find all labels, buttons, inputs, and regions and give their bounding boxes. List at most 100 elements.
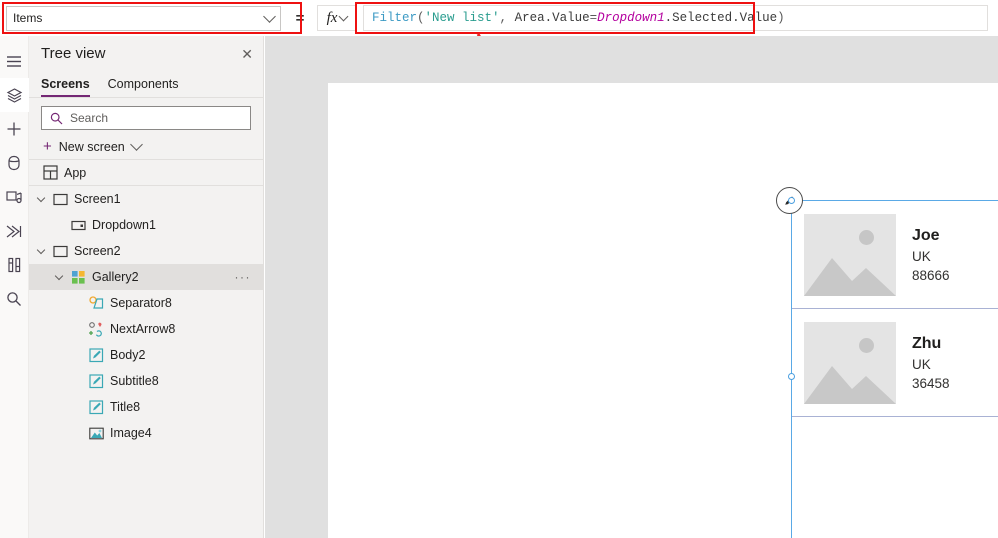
gallery-control[interactable]: Joe UK 88666 Zhu UK 36458 (776, 187, 998, 538)
search-icon (50, 112, 63, 124)
tree-item-label: Image4 (110, 426, 152, 440)
separator-icon (89, 295, 104, 309)
app-icon (43, 165, 58, 180)
gallery-row[interactable] (792, 417, 998, 538)
chevron-down-icon[interactable] (35, 193, 47, 202)
close-icon[interactable]: ✕ (241, 47, 253, 61)
tree-item-label: Separator8 (110, 296, 172, 310)
tree-item-label: Gallery2 (92, 270, 139, 284)
insert-plus-icon[interactable] (0, 112, 29, 146)
chevron-down-icon[interactable] (35, 245, 47, 254)
tree-item-label: Title8 (110, 400, 141, 414)
tree-item-dropdown1[interactable]: Dropdown1 (29, 212, 263, 238)
formula-token-2: 'New list' (424, 11, 500, 25)
tree-view-header: Tree view ✕ (29, 36, 263, 71)
app-canvas[interactable]: Joe UK 88666 Zhu UK 36458 (328, 83, 998, 538)
tree-item-label: App (64, 165, 87, 180)
tree-item-screen2[interactable]: Screen2 (29, 238, 263, 264)
gallery-row-text: Joe UK 88666 (912, 227, 950, 283)
formula-token-6: Dropdown1 (597, 11, 665, 25)
tree-item-subtitle8[interactable]: Subtitle8 (29, 368, 263, 394)
tree-item-nextarrow8[interactable]: NextArrow8 (29, 316, 263, 342)
media-icon[interactable] (0, 180, 29, 214)
nextarrow-icon (89, 321, 102, 337)
tree-item-body2[interactable]: Body2 (29, 342, 263, 368)
more-options-icon[interactable]: ··· (235, 270, 252, 284)
search-input[interactable]: Search (41, 106, 251, 130)
panel-title: Tree view (41, 45, 106, 62)
gallery-row[interactable]: Zhu UK 36458 (792, 309, 998, 417)
tree-view-tabs: Screens Components (29, 71, 263, 98)
tree-item-label: Subtitle8 (110, 374, 159, 388)
dropdown-icon (71, 220, 86, 230)
image-placeholder (804, 213, 896, 296)
gallery-row-body: 36458 (912, 375, 950, 391)
tree-item-gallery2[interactable]: Gallery2 ··· (29, 264, 263, 290)
label-icon (89, 399, 104, 414)
tree-item-label: Screen2 (74, 244, 121, 258)
tab-components[interactable]: Components (108, 77, 179, 97)
image-placeholder (804, 321, 896, 404)
gallery-row-list: Joe UK 88666 Zhu UK 36458 (792, 201, 998, 538)
tree-item-label: Screen1 (74, 192, 121, 206)
tree-item-label: NextArrow8 (110, 322, 176, 336)
label-icon (89, 373, 104, 388)
tree-item-separator8[interactable]: Separator8 (29, 290, 263, 316)
variables-icon[interactable] (0, 248, 29, 282)
equals-label: = (295, 9, 305, 27)
chevron-down-icon[interactable] (53, 271, 65, 280)
property-selector[interactable]: Items (6, 5, 281, 31)
gallery-row-title: Joe (912, 226, 940, 244)
power-automate-icon[interactable] (0, 214, 29, 248)
property-selector-value: Items (13, 11, 43, 25)
chevron-down-icon (263, 9, 276, 23)
left-icon-rail (0, 36, 29, 538)
tree-item-image4[interactable]: Image4 (29, 420, 263, 446)
screen-icon (53, 193, 68, 205)
tree-view-icon[interactable] (0, 78, 29, 112)
gallery-icon (72, 270, 85, 284)
gallery-row-title: Zhu (912, 334, 942, 352)
tree-item-screen1[interactable]: Screen1 (29, 186, 263, 212)
formula-token-3: , (499, 11, 515, 25)
label-icon (89, 347, 104, 362)
gallery-row-subtitle: UK (912, 356, 931, 372)
formula-token-4: Area.Value (514, 11, 590, 25)
plus-icon: + (43, 138, 52, 155)
tree-item-label: Dropdown1 (92, 218, 156, 232)
image-sun-dot (859, 337, 874, 353)
gallery-row-text: Zhu UK 36458 (912, 335, 950, 391)
formula-input[interactable]: Filter('New list', Area.Value = Dropdown1.… (363, 5, 988, 31)
screen-icon (53, 245, 68, 257)
new-screen-label: New screen (58, 139, 125, 154)
formula-token-0: Filter (372, 11, 418, 25)
formula-toolbar: Items = fx Filter('New list', Area.Value… (0, 0, 998, 36)
new-screen-button[interactable]: + New screen (29, 134, 263, 160)
fx-icon: fx (326, 9, 338, 26)
search-icon[interactable] (0, 282, 29, 316)
formula-token-1: ( (417, 11, 425, 25)
chevron-down-icon (338, 11, 349, 22)
image-mountain-icon (804, 257, 896, 296)
tree-item-app[interactable]: App (29, 160, 263, 186)
formula-token-7: .Selected.Value (664, 11, 778, 25)
data-source-icon[interactable] (0, 146, 29, 180)
gallery-row[interactable]: Joe UK 88666 (792, 201, 998, 309)
function-picker-button[interactable]: fx (317, 5, 357, 31)
hamburger-menu-icon[interactable] (0, 44, 29, 78)
image-sun-dot (859, 229, 874, 245)
chevron-down-icon (129, 138, 143, 151)
tree-node-list: Screen1 Dropdown1 Screen2 Gallery2 ··· Separa… (29, 186, 263, 446)
equals-button[interactable]: = (287, 5, 313, 31)
formula-token-8: ) (777, 11, 785, 25)
tree-view-panel: Tree view ✕ Screens Components Search + … (29, 36, 264, 538)
gallery-row-subtitle: UK (912, 248, 931, 264)
search-container: Search (29, 98, 263, 130)
tree-item-label: Body2 (110, 348, 146, 362)
formula-token-5: = (589, 11, 598, 25)
image-mountain-icon (804, 365, 896, 404)
gallery-row-body: 88666 (912, 267, 950, 283)
search-placeholder: Search (70, 111, 109, 125)
tab-screens[interactable]: Screens (41, 77, 90, 97)
tree-item-title8[interactable]: Title8 (29, 394, 263, 420)
